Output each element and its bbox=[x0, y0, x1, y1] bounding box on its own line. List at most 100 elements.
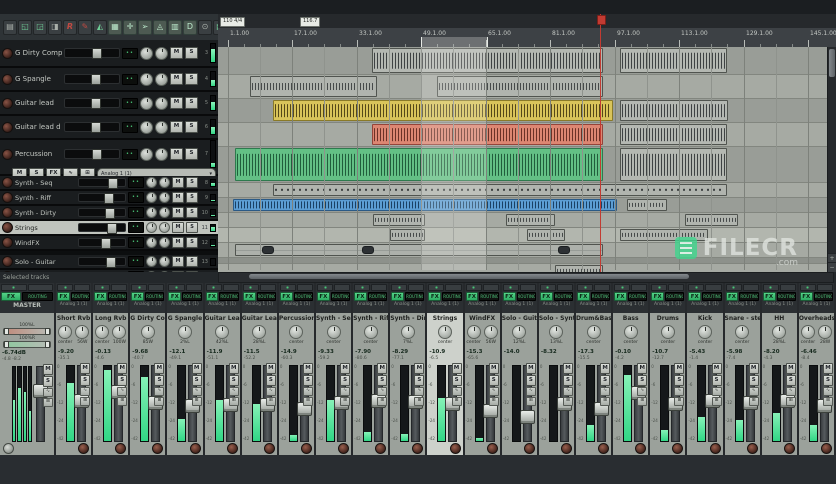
mute-button[interactable]: M bbox=[43, 364, 53, 375]
sends-button[interactable]: ⊞ bbox=[452, 397, 462, 406]
envelope-button[interactable]: ∿ bbox=[414, 387, 424, 396]
mixer-strip[interactable]: FXROUTINGAnalog 1 (1)Solo - Guitar12%L-1… bbox=[502, 283, 539, 455]
solo-button[interactable]: S bbox=[80, 375, 90, 386]
rec-input-button[interactable] bbox=[317, 284, 333, 291]
rec-input-button[interactable] bbox=[800, 284, 816, 291]
track-width-knob[interactable] bbox=[159, 237, 170, 248]
routing-button[interactable]: ROUTING bbox=[554, 292, 573, 301]
pan-knob[interactable] bbox=[289, 325, 303, 339]
monitor-button[interactable] bbox=[408, 284, 424, 291]
mixer-strip[interactable]: FXROUTINGAnalog 1 (1)Drum&Basscenter-17.… bbox=[576, 283, 613, 455]
dock-mixer-button[interactable]: D bbox=[183, 20, 197, 35]
track-volume-slider[interactable] bbox=[78, 223, 126, 232]
record-arm-button[interactable] bbox=[264, 443, 275, 454]
strip-track-name[interactable]: Long Rvb bbox=[93, 313, 128, 324]
strip-track-name[interactable]: HH bbox=[762, 313, 797, 324]
routing-button[interactable]: ROUTING bbox=[591, 292, 610, 301]
routing-button[interactable]: ROUTING bbox=[294, 292, 313, 301]
monitor-button[interactable] bbox=[594, 284, 610, 291]
sends-button[interactable]: ⊞ bbox=[489, 397, 499, 406]
solo-button[interactable]: S bbox=[43, 376, 53, 387]
strip-track-name[interactable]: Strings bbox=[427, 313, 462, 324]
fx-button[interactable]: FX bbox=[503, 292, 516, 301]
rec-input-button[interactable] bbox=[540, 284, 556, 291]
monitor-button[interactable] bbox=[111, 284, 127, 291]
media-item-clip[interactable] bbox=[390, 229, 425, 241]
volume-slider-handle[interactable] bbox=[91, 98, 101, 109]
routing-button[interactable]: ROUTING bbox=[777, 292, 796, 301]
sends-button[interactable]: ⊞ bbox=[600, 397, 610, 406]
mute-button[interactable]: M bbox=[229, 363, 239, 374]
track-panel-row[interactable]: G Dirty Comp••MS3 bbox=[0, 40, 218, 68]
rec-input-button[interactable] bbox=[391, 284, 407, 291]
track-pan-knob[interactable] bbox=[140, 148, 153, 161]
mixer-strip[interactable]: FXROUTINGAnalog 1 (1)Drumscenter-10.7-12… bbox=[650, 283, 687, 455]
track-pan-knob[interactable] bbox=[140, 47, 153, 60]
media-item-clip[interactable] bbox=[273, 184, 727, 196]
record-arm-button[interactable] bbox=[227, 443, 238, 454]
solo-button[interactable]: S bbox=[229, 375, 239, 386]
fx-button[interactable]: FX bbox=[354, 292, 367, 301]
mute-button[interactable]: M bbox=[489, 363, 499, 374]
pan-knob[interactable] bbox=[549, 325, 563, 339]
strip-track-name[interactable]: Guitar Lead d bbox=[242, 313, 277, 324]
track-mute-button[interactable]: M bbox=[172, 237, 184, 248]
master-mono-button[interactable] bbox=[3, 443, 14, 454]
track-routing-button[interactable]: •• bbox=[128, 237, 144, 248]
routing-button[interactable]: ROUTING bbox=[442, 292, 461, 301]
media-item-clip[interactable] bbox=[506, 214, 555, 226]
mixer-strip[interactable]: FXROUTINGAnalog 1 (1)Kickcenter-5.43-1.4… bbox=[687, 283, 724, 455]
vertical-scrollbar-thumb[interactable] bbox=[829, 49, 835, 77]
track-solo-button[interactable]: S bbox=[186, 222, 198, 233]
media-item-clip[interactable] bbox=[372, 124, 603, 145]
master-pan-slider[interactable] bbox=[3, 328, 51, 335]
routing-button[interactable]: ROUTING bbox=[145, 292, 164, 301]
track-routing-button[interactable]: •• bbox=[128, 222, 144, 233]
track-panel-row[interactable]: Guitar lead••MS5 bbox=[0, 92, 218, 116]
mute-button[interactable]: M bbox=[340, 363, 350, 374]
strip-track-name[interactable]: G Spangle bbox=[167, 313, 202, 324]
track-pan-knob[interactable] bbox=[146, 207, 157, 218]
volume-slider-handle[interactable] bbox=[107, 223, 117, 234]
sends-button[interactable]: ⊞ bbox=[154, 397, 164, 406]
monitor-button[interactable] bbox=[705, 284, 721, 291]
sends-button[interactable]: ⊞ bbox=[192, 397, 202, 406]
envelope-pencil-button[interactable]: ✎ bbox=[78, 20, 92, 35]
mixer-strip[interactable]: FXROUTINGAnalog 1 (1)Snare - sterecenter… bbox=[725, 283, 762, 455]
fx-button[interactable]: FX bbox=[614, 292, 627, 301]
record-arm-button[interactable] bbox=[2, 149, 13, 160]
sends-button[interactable]: ⊞ bbox=[377, 397, 387, 406]
track-volume-slider[interactable] bbox=[64, 74, 120, 84]
fx-button[interactable]: FX bbox=[763, 292, 776, 301]
solo-button[interactable]: S bbox=[600, 375, 610, 386]
pan-knob[interactable] bbox=[484, 325, 498, 339]
record-arm-button[interactable] bbox=[2, 237, 13, 248]
routing-button[interactable]: ROUTING bbox=[739, 292, 758, 301]
rec-input-button[interactable] bbox=[280, 284, 296, 291]
track-solo-button[interactable]: S bbox=[186, 177, 198, 188]
strip-track-name[interactable]: Synth - Dirty bbox=[390, 313, 425, 324]
pan-knob[interactable] bbox=[95, 325, 109, 339]
record-arm-button[interactable] bbox=[2, 122, 13, 133]
solo-button[interactable]: S bbox=[303, 375, 313, 386]
monitor-button[interactable] bbox=[148, 284, 164, 291]
mute-button[interactable]: M bbox=[823, 363, 833, 374]
time-selection-ruler[interactable] bbox=[421, 37, 488, 47]
horizontal-scrollbar[interactable] bbox=[218, 272, 834, 283]
record-arm-button[interactable] bbox=[412, 443, 423, 454]
pan-knob[interactable] bbox=[735, 325, 749, 339]
mute-button[interactable]: M bbox=[192, 363, 202, 374]
rec-input-button[interactable] bbox=[614, 284, 630, 291]
pan-knob[interactable] bbox=[112, 325, 126, 339]
media-item-clip[interactable] bbox=[555, 265, 603, 272]
track-pan-knob[interactable] bbox=[146, 192, 157, 203]
pan-knob[interactable] bbox=[141, 325, 155, 339]
pan-knob[interactable] bbox=[75, 325, 89, 339]
envelope-button[interactable]: ∿ bbox=[340, 387, 350, 396]
pan-knob[interactable] bbox=[401, 325, 415, 339]
record-arm-button[interactable] bbox=[784, 443, 795, 454]
fx-button[interactable]: FX bbox=[131, 292, 144, 301]
track-routing-button[interactable]: •• bbox=[128, 177, 144, 188]
pan-slider-handle[interactable] bbox=[4, 341, 9, 348]
track-mute-button[interactable]: M bbox=[172, 192, 184, 203]
